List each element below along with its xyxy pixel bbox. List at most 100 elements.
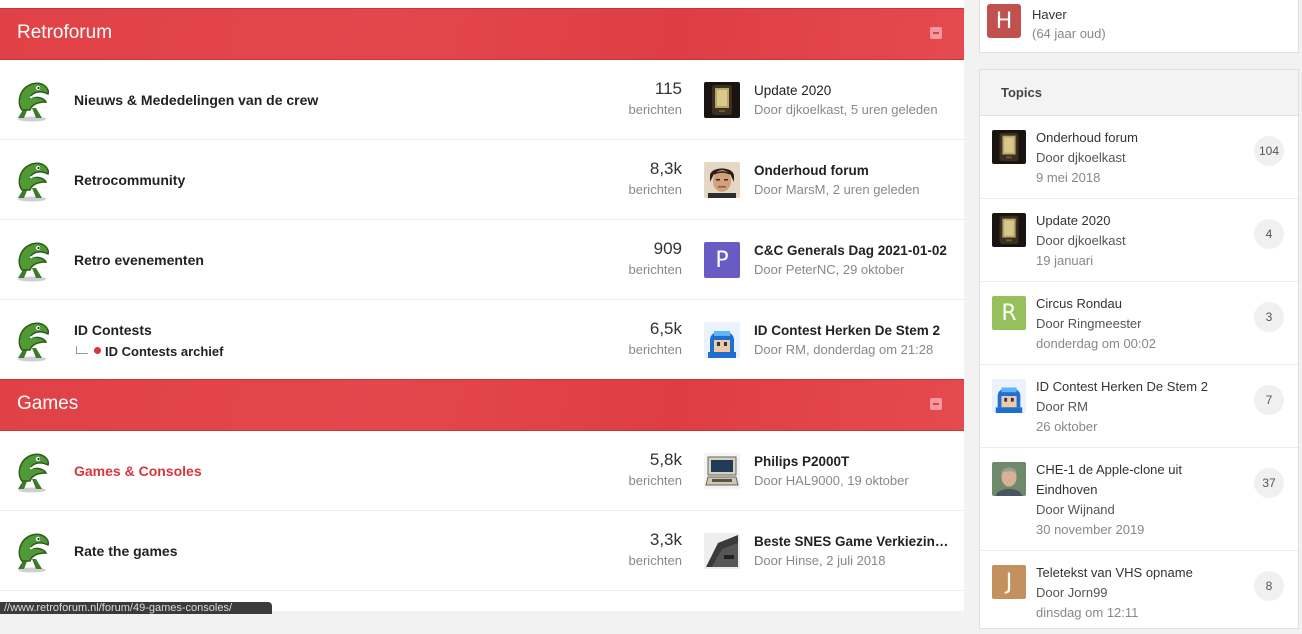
tree-branch-icon <box>76 346 88 354</box>
topic-link[interactable]: Onderhoud forum <box>1036 128 1214 148</box>
category-header-games: Games <box>0 379 964 431</box>
last-post-link[interactable]: Onderhoud forum <box>754 163 954 178</box>
avatar[interactable] <box>704 322 740 358</box>
last-post-meta: Door RM, donderdag om 21:28 <box>754 342 934 357</box>
collapse-icon[interactable] <box>930 398 942 410</box>
avatar[interactable] <box>992 462 1026 496</box>
topic-author: Door Jorn99 <box>1036 585 1108 600</box>
last-post-link[interactable]: Philips P2000T <box>754 454 954 469</box>
forum-link[interactable]: Retro evenementen <box>74 252 204 268</box>
forum-mascot-icon <box>17 533 50 573</box>
forum-row: ID Contests ID Contests archief 6,5k ber… <box>0 300 964 380</box>
forum-row: Nieuws & Mededelingen van de crew 115 be… <box>0 60 964 140</box>
topic-author: Door RM <box>1036 399 1089 414</box>
avatar-letter: R <box>1001 300 1017 326</box>
post-count: 5,8k <box>649 450 682 469</box>
post-count-label: berichten <box>628 342 682 357</box>
topic-link[interactable]: Circus Rondau <box>1036 294 1214 314</box>
topic-date: 26 oktober <box>1036 419 1098 434</box>
topic-item: R Circus Rondau Door Ringmeester donderd… <box>980 282 1298 365</box>
forum-mascot-icon <box>17 322 50 362</box>
topic-item: CHE-1 de Apple-clone uit Eindhoven Door … <box>980 448 1298 551</box>
forum-row: Games & Consoles 5,8k berichten Philips … <box>0 431 964 511</box>
topic-item: Onderhoud forum Door djkoelkast 9 mei 20… <box>980 116 1298 199</box>
post-count: 6,5k <box>649 319 682 338</box>
birthday-widget: H Haver (64 jaar oud) <box>979 0 1299 53</box>
post-count: 3,3k <box>649 530 682 549</box>
topic-author: Door Wijnand <box>1036 502 1115 517</box>
forum-link[interactable]: Rate the games <box>74 543 177 559</box>
avatar[interactable] <box>704 533 740 569</box>
post-count: 115 <box>654 79 682 98</box>
avatar[interactable] <box>992 130 1026 164</box>
avatar[interactable]: R <box>992 296 1026 330</box>
post-count-label: berichten <box>628 473 682 488</box>
forum-index: Retroforum Nieuws & Mededelingen van de … <box>0 0 964 614</box>
avatar[interactable] <box>704 453 740 489</box>
forum-link[interactable]: Games & Consoles <box>74 463 202 479</box>
user-name-link[interactable]: Haver <box>1032 7 1067 22</box>
avatar[interactable] <box>704 82 740 118</box>
reply-count-badge: 8 <box>1254 571 1284 601</box>
forum-mascot-icon <box>17 82 50 122</box>
post-count-label: berichten <box>628 182 682 197</box>
topic-item: Update 2020 Door djkoelkast 19 januari 4 <box>980 199 1298 282</box>
forum-link[interactable]: Retrocommunity <box>74 172 185 188</box>
topic-date: 9 mei 2018 <box>1036 170 1101 185</box>
forum-row: Rate the games 3,3k berichten Beste SNES… <box>0 511 964 591</box>
last-post-link[interactable]: Beste SNES Game Verkiezing -... <box>754 534 954 549</box>
forum-mascot-icon <box>17 242 50 282</box>
reply-count-badge: 37 <box>1254 468 1284 498</box>
topic-date: dinsdag om 12:11 <box>1036 605 1139 620</box>
unread-dot-icon <box>94 347 101 354</box>
topic-date: donderdag om 00:02 <box>1036 336 1156 351</box>
collapse-icon[interactable] <box>930 27 942 39</box>
post-count: 8,3k <box>649 159 682 178</box>
post-count: 909 <box>653 239 682 258</box>
reply-count-badge: 4 <box>1254 219 1284 249</box>
topic-date: 19 januari <box>1036 253 1094 268</box>
forum-link[interactable]: Nieuws & Mededelingen van de crew <box>74 92 318 108</box>
post-count-label: berichten <box>628 553 682 568</box>
avatar-letter: H <box>995 8 1013 34</box>
forum-row: Retro evenementen 909 berichten P C&C Ge… <box>0 220 964 300</box>
last-post-meta: Door Hinse, 2 juli 2018 <box>754 553 886 568</box>
avatar[interactable] <box>992 379 1026 413</box>
last-post-link[interactable]: Update 2020 <box>754 83 954 98</box>
forum-mascot-icon <box>17 453 50 493</box>
topic-author: Door djkoelkast <box>1036 233 1126 248</box>
avatar-letter: P <box>715 247 729 273</box>
forum-link[interactable]: ID Contests <box>74 322 152 338</box>
avatar[interactable]: P <box>704 242 740 278</box>
topic-author: Door djkoelkast <box>1036 150 1126 165</box>
reply-count-badge: 104 <box>1254 136 1284 166</box>
topic-author: Door Ringmeester <box>1036 316 1142 331</box>
post-count-label: berichten <box>628 102 682 117</box>
reply-count-badge: 3 <box>1254 302 1284 332</box>
last-post-link[interactable]: ID Contest Herken De Stem 2 <box>754 323 954 338</box>
avatar[interactable]: H <box>987 4 1021 38</box>
topic-link[interactable]: Update 2020 <box>1036 211 1214 231</box>
avatar[interactable] <box>992 213 1026 247</box>
category-title: Retroforum <box>17 22 113 43</box>
avatar[interactable]: J <box>992 565 1026 599</box>
avatar-letter: J <box>1005 569 1013 595</box>
avatar[interactable] <box>704 162 740 198</box>
last-post-meta: Door djkoelkast, 5 uren geleden <box>754 102 938 117</box>
topic-link[interactable]: CHE-1 de Apple-clone uit Eindhoven <box>1036 460 1214 500</box>
last-post-meta: Door HAL9000, 19 oktober <box>754 473 909 488</box>
forum-mascot-icon <box>17 162 50 202</box>
browser-status-bar: //www.retroforum.nl/forum/49-games-conso… <box>0 602 272 614</box>
category-header-retroforum: Retroforum <box>0 8 964 60</box>
widget-header: Topics <box>980 70 1298 116</box>
widget-title: Topics <box>1001 85 1042 100</box>
subforum-link[interactable]: ID Contests archief <box>74 344 223 359</box>
category-title: Games <box>17 393 79 414</box>
topic-link[interactable]: Teletekst van VHS opname <box>1036 563 1214 583</box>
last-post-meta: Door MarsM, 2 uren geleden <box>754 182 920 197</box>
topic-item: J Teletekst van VHS opname Door Jorn99 d… <box>980 551 1298 634</box>
last-post-link[interactable]: C&C Generals Dag 2021-01-02 <box>754 243 954 258</box>
topic-date: 30 november 2019 <box>1036 522 1145 537</box>
post-count-label: berichten <box>628 262 682 277</box>
topic-link[interactable]: ID Contest Herken De Stem 2 <box>1036 377 1214 397</box>
